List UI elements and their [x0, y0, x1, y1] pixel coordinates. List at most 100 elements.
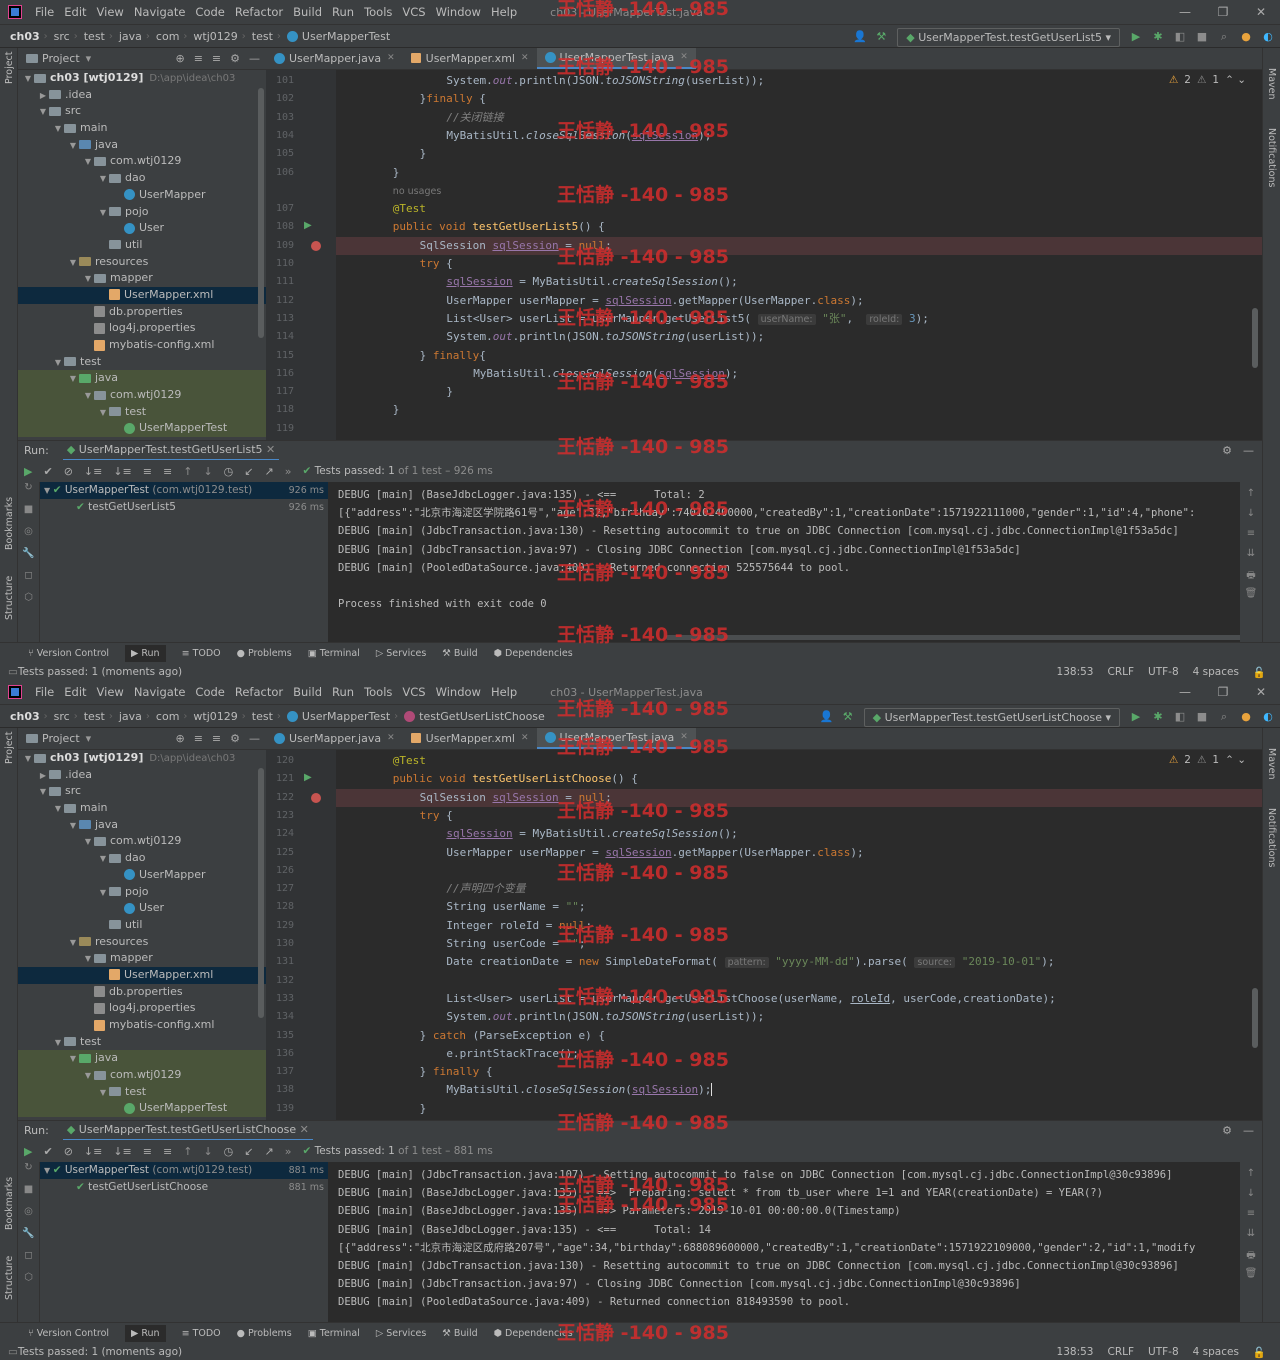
code-line[interactable]: try {: [420, 255, 453, 273]
hide-icon[interactable]: —: [1243, 444, 1254, 457]
tree-item[interactable]: ▶ .idea: [18, 87, 266, 104]
close-icon[interactable]: ✕: [1242, 0, 1280, 24]
debug-icon[interactable]: ✱: [1152, 31, 1164, 43]
menu-item-file[interactable]: File: [30, 685, 59, 699]
tree-item[interactable]: UserMapperTest: [18, 1100, 266, 1118]
restart-icon[interactable]: ↻: [18, 1162, 39, 1184]
tree-item[interactable]: ▼ java: [18, 817, 266, 834]
menu-item-window[interactable]: Window: [431, 5, 486, 19]
user-icon[interactable]: 👤: [853, 31, 867, 43]
close-icon[interactable]: ✕: [296, 1123, 309, 1136]
expand-all-icon[interactable]: ≡: [194, 732, 203, 745]
menu-item-tools[interactable]: Tools: [359, 5, 397, 19]
code-line[interactable]: UserMapper userMapper = sqlSession.getMa…: [446, 292, 863, 310]
tool-tab-todo[interactable]: ≡ TODO: [182, 648, 221, 659]
wrench-icon[interactable]: 🔧: [18, 1228, 39, 1250]
tree-item[interactable]: ▼ test: [18, 1083, 266, 1101]
menu-item-code[interactable]: Code: [190, 5, 229, 19]
code-line[interactable]: @Test: [393, 752, 426, 770]
minimize-icon[interactable]: —: [1166, 0, 1204, 24]
menu-item-build[interactable]: Build: [288, 5, 327, 19]
export-icon[interactable]: ↗: [264, 1145, 273, 1158]
more-icon[interactable]: »: [285, 1145, 292, 1158]
tree-item[interactable]: ▼ mapper: [18, 950, 266, 967]
stop-icon[interactable]: ■: [1196, 711, 1208, 723]
tree-item[interactable]: ▼ test: [18, 1034, 266, 1051]
code-line[interactable]: MyBatisUtil.closeSqlSession(sqlSession);: [446, 1081, 713, 1099]
down-icon[interactable]: ↓: [1240, 508, 1262, 528]
tool-tab-run[interactable]: ▶ Run: [125, 645, 166, 662]
breadcrumb-item[interactable]: ch03: [10, 30, 40, 43]
code-line[interactable]: //关闭链接: [446, 109, 503, 127]
code-line[interactable]: }: [446, 383, 453, 401]
breadcrumb-item[interactable]: wtj0129: [193, 30, 237, 43]
code-line[interactable]: } catch (ParseException e) {: [420, 1027, 605, 1045]
tree-item[interactable]: UserMapperTest: [18, 420, 266, 438]
tool-tab-build[interactable]: ⚒ Build: [442, 1328, 477, 1339]
close-icon[interactable]: ✕: [387, 53, 395, 63]
code-line[interactable]: System.out.println(JSON.toJSONString(use…: [446, 1008, 764, 1026]
console-output[interactable]: DEBUG [main] (JdbcTransaction.java:107) …: [328, 1162, 1240, 1322]
update-icon[interactable]: ●: [1240, 31, 1252, 43]
tree-item[interactable]: util: [18, 917, 266, 934]
menu-item-refactor[interactable]: Refactor: [230, 685, 288, 699]
code-line[interactable]: SqlSession sqlSession = null;: [420, 789, 612, 807]
tree-item[interactable]: ▼ src: [18, 103, 266, 120]
run-tab[interactable]: ◆ UserMapperTest.testGetUserListChoose ✕: [62, 1121, 313, 1141]
tool-tab-problems[interactable]: ● Problems: [237, 648, 292, 659]
next-fail-icon[interactable]: ↓: [203, 465, 212, 478]
tree-item[interactable]: ▼ src: [18, 783, 266, 800]
build-hammer-icon[interactable]: ⚒: [842, 711, 854, 723]
run-test-gutter-icon[interactable]: ▶: [304, 772, 312, 783]
bookmarks-tool-button[interactable]: Bookmarks: [4, 497, 15, 550]
sort-alpha-icon[interactable]: ↓≡: [84, 1145, 102, 1158]
tree-item[interactable]: util: [18, 237, 266, 254]
sort-duration-icon[interactable]: ↓≡: [113, 465, 131, 478]
tree-item[interactable]: ▼ com.wtj0129: [18, 387, 266, 404]
console-output[interactable]: DEBUG [main] (BaseJdbcLogger.java:135) -…: [328, 482, 1240, 642]
history-icon[interactable]: ◷: [224, 1145, 234, 1158]
tree-item[interactable]: ▼ resources: [18, 254, 266, 271]
next-fail-icon[interactable]: ↓: [203, 1145, 212, 1158]
run-configuration-select[interactable]: ◆ UserMapperTest.testGetUserList5 ▾: [897, 27, 1120, 47]
code-line[interactable]: //声明四个变量: [446, 880, 525, 898]
more-icon[interactable]: »: [285, 465, 292, 478]
editor-tab[interactable]: UserMapperTest.java ✕: [536, 48, 696, 69]
editor-tab[interactable]: UserMapperTest.java ✕: [536, 728, 696, 749]
tool-tab-version-control[interactable]: ⑂ Version Control: [28, 648, 109, 659]
pin-icon[interactable]: ⬡: [18, 592, 39, 614]
tree-item[interactable]: db.properties: [18, 984, 266, 1001]
code-line[interactable]: try {: [420, 807, 453, 825]
menu-item-refactor[interactable]: Refactor: [230, 5, 288, 19]
code-line[interactable]: MyBatisUtil.closeSqlSession(sqlSession);: [446, 127, 711, 145]
tree-item[interactable]: UserMapper.xml: [18, 966, 266, 984]
collapse-all-icon[interactable]: ≡: [212, 732, 221, 745]
navigate-arrows-icon[interactable]: ⌃ ⌄: [1225, 74, 1246, 86]
tree-item[interactable]: ▼ java: [18, 370, 266, 388]
expand-all-icon[interactable]: ≡: [194, 52, 203, 65]
breadcrumb-item[interactable]: com: [156, 30, 180, 43]
notifications-tool-button[interactable]: Notifications: [1266, 808, 1277, 867]
editor-tab[interactable]: UserMapper.xml ✕: [403, 728, 537, 749]
gear-icon[interactable]: ⚙: [1222, 444, 1232, 457]
close-icon[interactable]: ✕: [263, 443, 275, 456]
menu-item-navigate[interactable]: Navigate: [129, 685, 191, 699]
up-icon[interactable]: ↑: [1240, 1168, 1262, 1188]
test-case-row[interactable]: ✔ testGetUserList5 926 ms: [40, 499, 328, 516]
jetbrains-icon[interactable]: ◐: [1262, 711, 1274, 723]
gear-icon[interactable]: ⚙: [230, 52, 240, 65]
hide-icon[interactable]: —: [1243, 1124, 1254, 1137]
status-widget[interactable]: CRLF: [1107, 666, 1134, 679]
code-line[interactable]: public void testGetUserListChoose() {: [393, 770, 638, 788]
jetbrains-icon[interactable]: ◐: [1262, 31, 1274, 43]
tree-item[interactable]: ▼ java: [18, 137, 266, 154]
show-ignored-icon[interactable]: ⊘: [64, 1145, 73, 1158]
menu-item-run[interactable]: Run: [327, 685, 359, 699]
close-icon[interactable]: ✕: [680, 52, 688, 62]
tree-item[interactable]: ▼ resources: [18, 934, 266, 951]
restore-icon[interactable]: ❐: [1204, 680, 1242, 704]
breakpoint-icon[interactable]: [311, 240, 321, 251]
collapse-all-icon[interactable]: ≡: [212, 52, 221, 65]
tool-tab-dependencies[interactable]: ⬢ Dependencies: [494, 1328, 573, 1339]
notifications-tool-button[interactable]: Notifications: [1266, 128, 1277, 187]
